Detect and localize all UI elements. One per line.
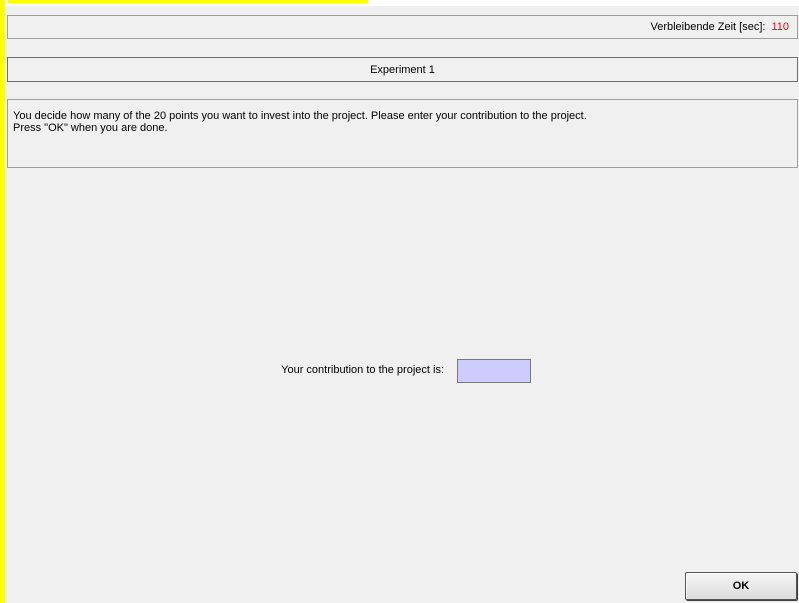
left-highlight-bar: [0, 0, 5, 603]
top-strip: [0, 0, 799, 6]
timer-value: 110: [771, 21, 789, 33]
page-title: Experiment 1: [370, 64, 435, 76]
instruction-text-line-2: Press "OK" when you are done.: [13, 122, 168, 134]
timer-label: Verbleibende Zeit [sec]:: [650, 21, 766, 33]
timer: Verbleibende Zeit [sec]: 110: [650, 21, 789, 33]
contribution-input[interactable]: [457, 359, 531, 383]
instruction-panel: You decide how many of the 20 points you…: [7, 99, 798, 168]
instruction-text-line-1: You decide how many of the 20 points you…: [13, 110, 587, 122]
top-highlight: [8, 0, 368, 3]
header-panel: Experiment 1: [7, 57, 798, 82]
contribution-label: Your contribution to the project is:: [281, 364, 444, 376]
timer-panel: Verbleibende Zeit [sec]: 110: [7, 15, 798, 39]
experiment-screen: Verbleibende Zeit [sec]: 110 Experiment 1…: [0, 0, 799, 603]
ok-button[interactable]: OK: [685, 572, 797, 600]
contribution-row: Your contribution to the project is:: [0, 359, 799, 383]
